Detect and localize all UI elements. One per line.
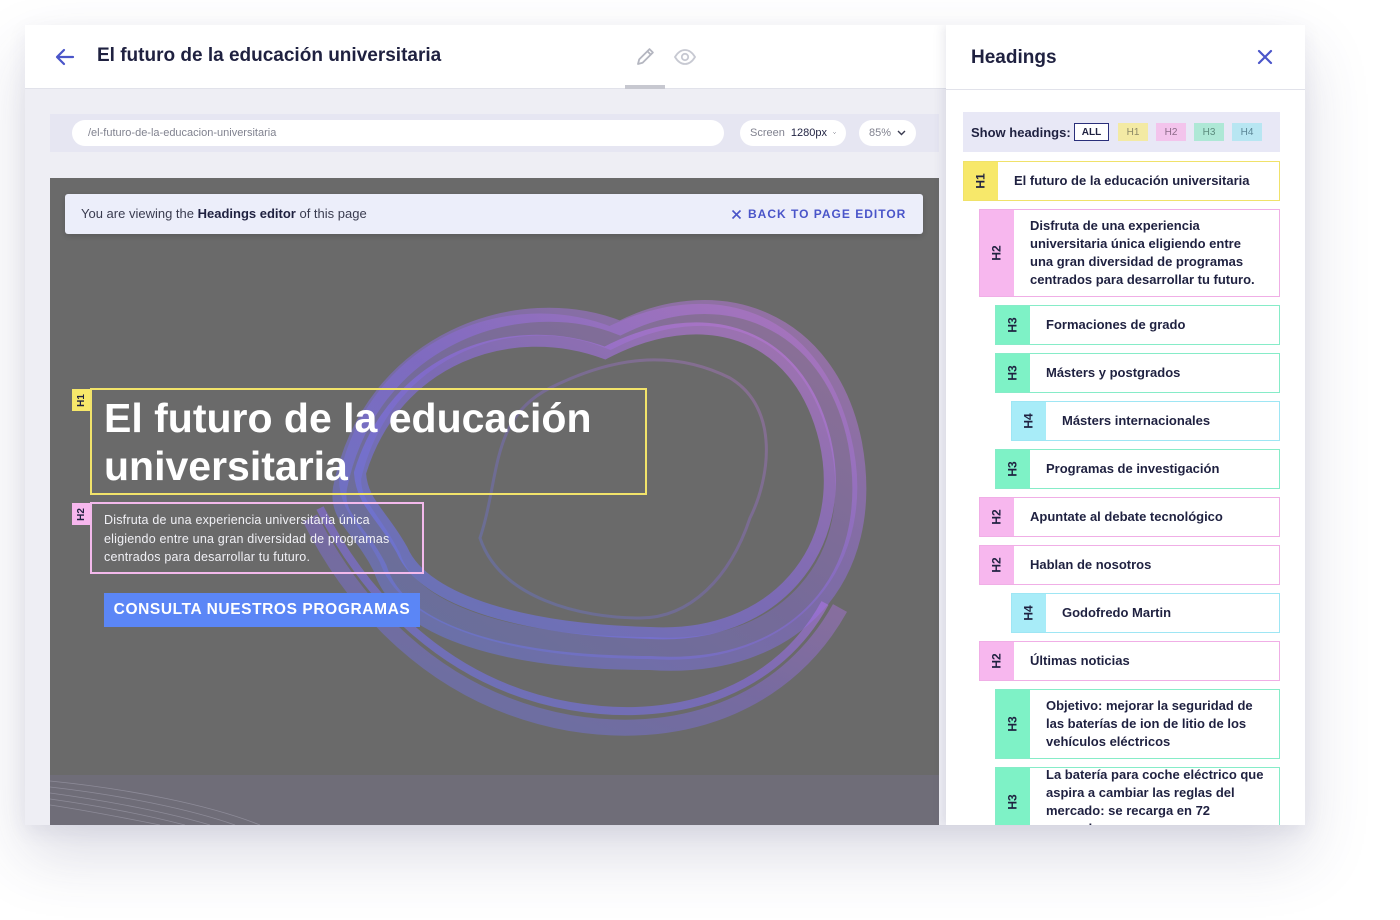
chevron-down-icon: [897, 130, 906, 136]
close-icon: [731, 209, 742, 219]
heading-level-badge: H4: [1012, 594, 1046, 632]
back-button[interactable]: [53, 45, 77, 69]
headings-editor-notice: You are viewing the Headings editor of t…: [65, 194, 923, 234]
filter-h1[interactable]: H1: [1118, 123, 1148, 141]
arrow-left-icon: [55, 48, 75, 66]
heading-text: Apuntate al debate tecnológico: [1030, 509, 1223, 524]
filter-all[interactable]: ALL: [1074, 123, 1109, 141]
heading-text: La batería para coche eléctrico que aspi…: [1046, 767, 1264, 825]
chevron-down-icon: [833, 132, 836, 134]
hero-heading[interactable]: El futuro de la educación universitaria: [90, 388, 647, 495]
screen-size-label: Screen: [750, 127, 785, 139]
heading-level-badge: H2: [980, 498, 1014, 536]
filter-label: Show headings:: [971, 125, 1071, 140]
heading-item[interactable]: H2 Apuntate al debate tecnológico: [979, 497, 1280, 537]
heading-level-badge: H2: [980, 546, 1014, 584]
footer-lines-graphic: [50, 780, 261, 825]
heading-level-badge: H3: [996, 306, 1030, 344]
zoom-select[interactable]: 85%: [859, 120, 916, 146]
page-title: El futuro de la educación universitaria: [97, 45, 442, 66]
canvas-area: Screen 1280px 85%: [25, 89, 946, 825]
heading-text: Formaciones de grado: [1046, 317, 1186, 332]
heading-text: El futuro de la educación universitaria: [1014, 173, 1250, 188]
heading-item[interactable]: H3 Formaciones de grado: [995, 305, 1280, 345]
close-icon: [1257, 49, 1273, 65]
preview-footer: [50, 775, 939, 825]
sidebar-divider: [946, 89, 1305, 90]
heading-level-badge: H3: [996, 450, 1030, 488]
hero-h2-tag: H2: [72, 503, 90, 525]
heading-item[interactable]: H4 Godofredo Martin: [1011, 593, 1280, 633]
heading-text: Disfruta de una experiencia universitari…: [1030, 218, 1255, 287]
heading-item[interactable]: H3 Objetivo: mejorar la seguridad de las…: [995, 689, 1280, 759]
pencil-icon: [637, 48, 654, 65]
heading-item[interactable]: H1 El futuro de la educación universitar…: [963, 161, 1280, 201]
heading-text: Hablan de nosotros: [1030, 557, 1152, 572]
close-sidebar-button[interactable]: [1253, 45, 1277, 69]
heading-item[interactable]: H2 Hablan de nosotros: [979, 545, 1280, 585]
back-to-page-editor-label: BACK TO PAGE EDITOR: [748, 207, 907, 221]
zoom-value: 85%: [869, 127, 892, 139]
hero-h1-tag: H1: [72, 389, 90, 411]
heading-level-badge: H3: [996, 690, 1030, 758]
heading-text: Másters y postgrados: [1046, 365, 1181, 380]
heading-item[interactable]: H3 La batería para coche eléctrico que a…: [995, 767, 1280, 825]
heading-text: Últimas noticias: [1030, 653, 1130, 668]
filter-h3[interactable]: H3: [1194, 123, 1224, 141]
back-to-page-editor-button[interactable]: BACK TO PAGE EDITOR: [731, 207, 906, 221]
hero-subheading[interactable]: Disfruta de una experiencia universitari…: [90, 502, 424, 574]
headings-tree: H1 El futuro de la educación universitar…: [946, 161, 1305, 825]
browser-bar: Screen 1280px 85%: [50, 114, 939, 152]
edit-mode-button[interactable]: [631, 43, 659, 71]
filter-h4[interactable]: H4: [1232, 123, 1262, 141]
heading-item[interactable]: H2 Últimas noticias: [979, 641, 1280, 681]
sidebar-title: Headings: [971, 47, 1057, 68]
heading-text: Másters internacionales: [1062, 413, 1211, 428]
screen-size-select[interactable]: Screen 1280px: [740, 120, 846, 146]
heading-level-badge: H1: [964, 162, 998, 200]
heading-item[interactable]: H3 Programas de investigación: [995, 449, 1280, 489]
screen-size-value: 1280px: [790, 127, 827, 139]
app-window: El futuro de la educación universitaria …: [25, 25, 1305, 825]
eye-icon: [673, 49, 697, 65]
heading-item[interactable]: H3 Másters y postgrados: [995, 353, 1280, 393]
heading-level-badge: H3: [996, 768, 1030, 825]
heading-text: Objetivo: mejorar la seguridad de las ba…: [1046, 698, 1253, 749]
cta-button[interactable]: CONSULTA NUESTROS PROGRAMAS: [104, 593, 420, 627]
notice-text: You are viewing the Headings editor of t…: [81, 206, 367, 221]
url-field[interactable]: [72, 120, 724, 146]
top-bar: El futuro de la educación universitaria: [25, 25, 946, 89]
filter-h2[interactable]: H2: [1156, 123, 1186, 141]
heading-text: Godofredo Martin: [1062, 605, 1172, 620]
heading-level-badge: H2: [980, 642, 1014, 680]
heading-item[interactable]: H4 Másters internacionales: [1011, 401, 1280, 441]
heading-level-badge: H3: [996, 354, 1030, 392]
heading-level-badge: H2: [980, 210, 1014, 296]
heading-filter-bar: Show headings: ALL H1 H2 H3 H4: [963, 112, 1280, 152]
preview-mode-button[interactable]: [671, 43, 699, 71]
heading-text: Programas de investigación: [1046, 461, 1220, 476]
heading-item[interactable]: H2 Disfruta de una experiencia universit…: [979, 209, 1280, 297]
headings-sidebar: Headings Show headings: ALL H1 H2 H3 H4 …: [946, 25, 1305, 825]
page-preview: You are viewing the Headings editor of t…: [50, 178, 939, 825]
heading-level-badge: H4: [1012, 402, 1046, 440]
